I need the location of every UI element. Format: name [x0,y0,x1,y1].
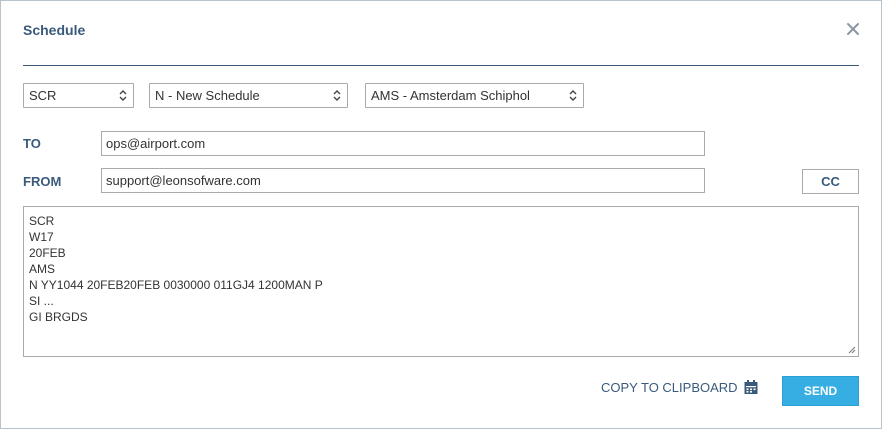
message-line: SCR [29,214,55,228]
airport-select[interactable]: AMS - Amsterdam Schiphol [365,83,584,108]
action-value: N - New Schedule [155,88,260,103]
schedule-dialog: Schedule SCR N - New Schedule AMS - Amst… [0,0,882,429]
message-line: AMS [29,262,56,276]
message-line: GI BRGDS [29,310,88,324]
action-select[interactable]: N - New Schedule [149,83,348,108]
close-icon[interactable] [844,20,862,38]
cc-button[interactable]: CC [802,169,859,194]
message-line: 20FEB [29,246,66,260]
send-button[interactable]: SEND [782,376,859,406]
message-line: N YY1044 20FEB20FEB 0030000 011GJ4 1200M… [29,278,323,292]
to-field[interactable] [101,131,705,156]
message-type-value: SCR [29,88,57,103]
message-line: SI ... [29,294,54,308]
copy-to-clipboard-button[interactable]: COPY TO CLIPBOARD [601,379,759,395]
select-arrows-icon [569,90,577,101]
message-type-select[interactable]: SCR [23,83,134,108]
airport-value: AMS - Amsterdam Schiphol [371,88,530,103]
message-line: W17 [29,230,54,244]
title-divider [23,65,859,66]
dialog-title: Schedule [23,22,86,38]
calendar-icon [744,380,758,394]
message-textarea[interactable]: SCR W17 20FEB AMS N YY1044 20FEB20FEB 00… [23,206,859,357]
select-arrows-icon [333,90,341,101]
to-label: TO [23,136,41,151]
from-field[interactable] [101,168,705,193]
resize-handle-icon[interactable] [848,346,856,354]
from-label: FROM [23,174,62,189]
copy-to-clipboard-label: COPY TO CLIPBOARD [601,379,738,395]
select-arrows-icon [119,90,127,101]
